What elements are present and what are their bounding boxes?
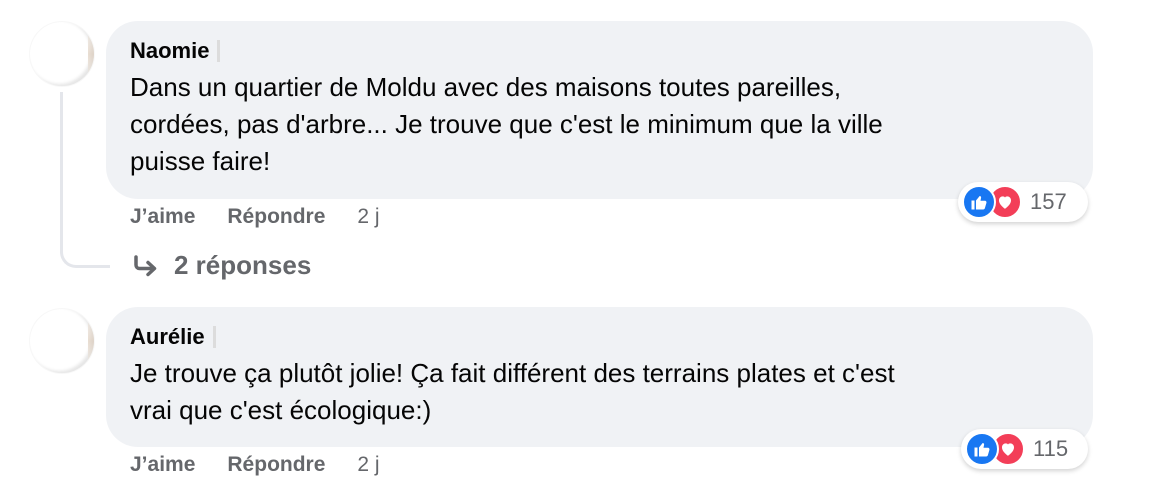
reactions-summary[interactable]: 157 bbox=[958, 182, 1088, 222]
thread-connector-line bbox=[60, 92, 110, 268]
comment-timestamp[interactable]: 2 j bbox=[357, 203, 379, 231]
reply-arrow-icon bbox=[132, 254, 160, 278]
comment-author[interactable]: Naomie bbox=[130, 37, 1069, 65]
comment-author-name[interactable]: Aurélie bbox=[130, 323, 205, 351]
like-button[interactable]: J’aime bbox=[130, 451, 195, 479]
comment-bubble: Naomie Dans un quartier de Moldu avec de… bbox=[106, 21, 1093, 199]
view-replies-link[interactable]: 2 réponses bbox=[132, 250, 311, 281]
redacted-name bbox=[212, 326, 216, 348]
like-button[interactable]: J’aime bbox=[130, 203, 195, 231]
comment-actions: J’aime Répondre 2 j bbox=[130, 203, 380, 231]
comment-actions: J’aime Répondre 2 j bbox=[130, 451, 380, 479]
reaction-count: 157 bbox=[1030, 189, 1067, 214]
reaction-count: 115 bbox=[1033, 436, 1069, 461]
redacted-name bbox=[217, 40, 221, 62]
comment-text: Je trouve ça plutôt jolie! Ça fait diffé… bbox=[130, 358, 895, 425]
comment-author[interactable]: Aurélie bbox=[130, 323, 1069, 351]
reactions-summary[interactable]: 115 bbox=[961, 429, 1088, 469]
thumbs-up-icon bbox=[965, 432, 999, 466]
thumbs-up-icon bbox=[962, 185, 996, 219]
replies-count-label[interactable]: 2 réponses bbox=[174, 250, 311, 281]
avatar[interactable] bbox=[30, 309, 94, 373]
comment-timestamp[interactable]: 2 j bbox=[357, 451, 379, 479]
avatar[interactable] bbox=[30, 22, 94, 86]
comment-bubble: Aurélie Je trouve ça plutôt jolie! Ça fa… bbox=[106, 307, 1093, 447]
reply-button[interactable]: Répondre bbox=[227, 451, 325, 479]
reply-button[interactable]: Répondre bbox=[227, 203, 325, 231]
comment-author-name[interactable]: Naomie bbox=[130, 37, 209, 65]
comment-text: Dans un quartier de Moldu avec des maiso… bbox=[130, 72, 883, 176]
